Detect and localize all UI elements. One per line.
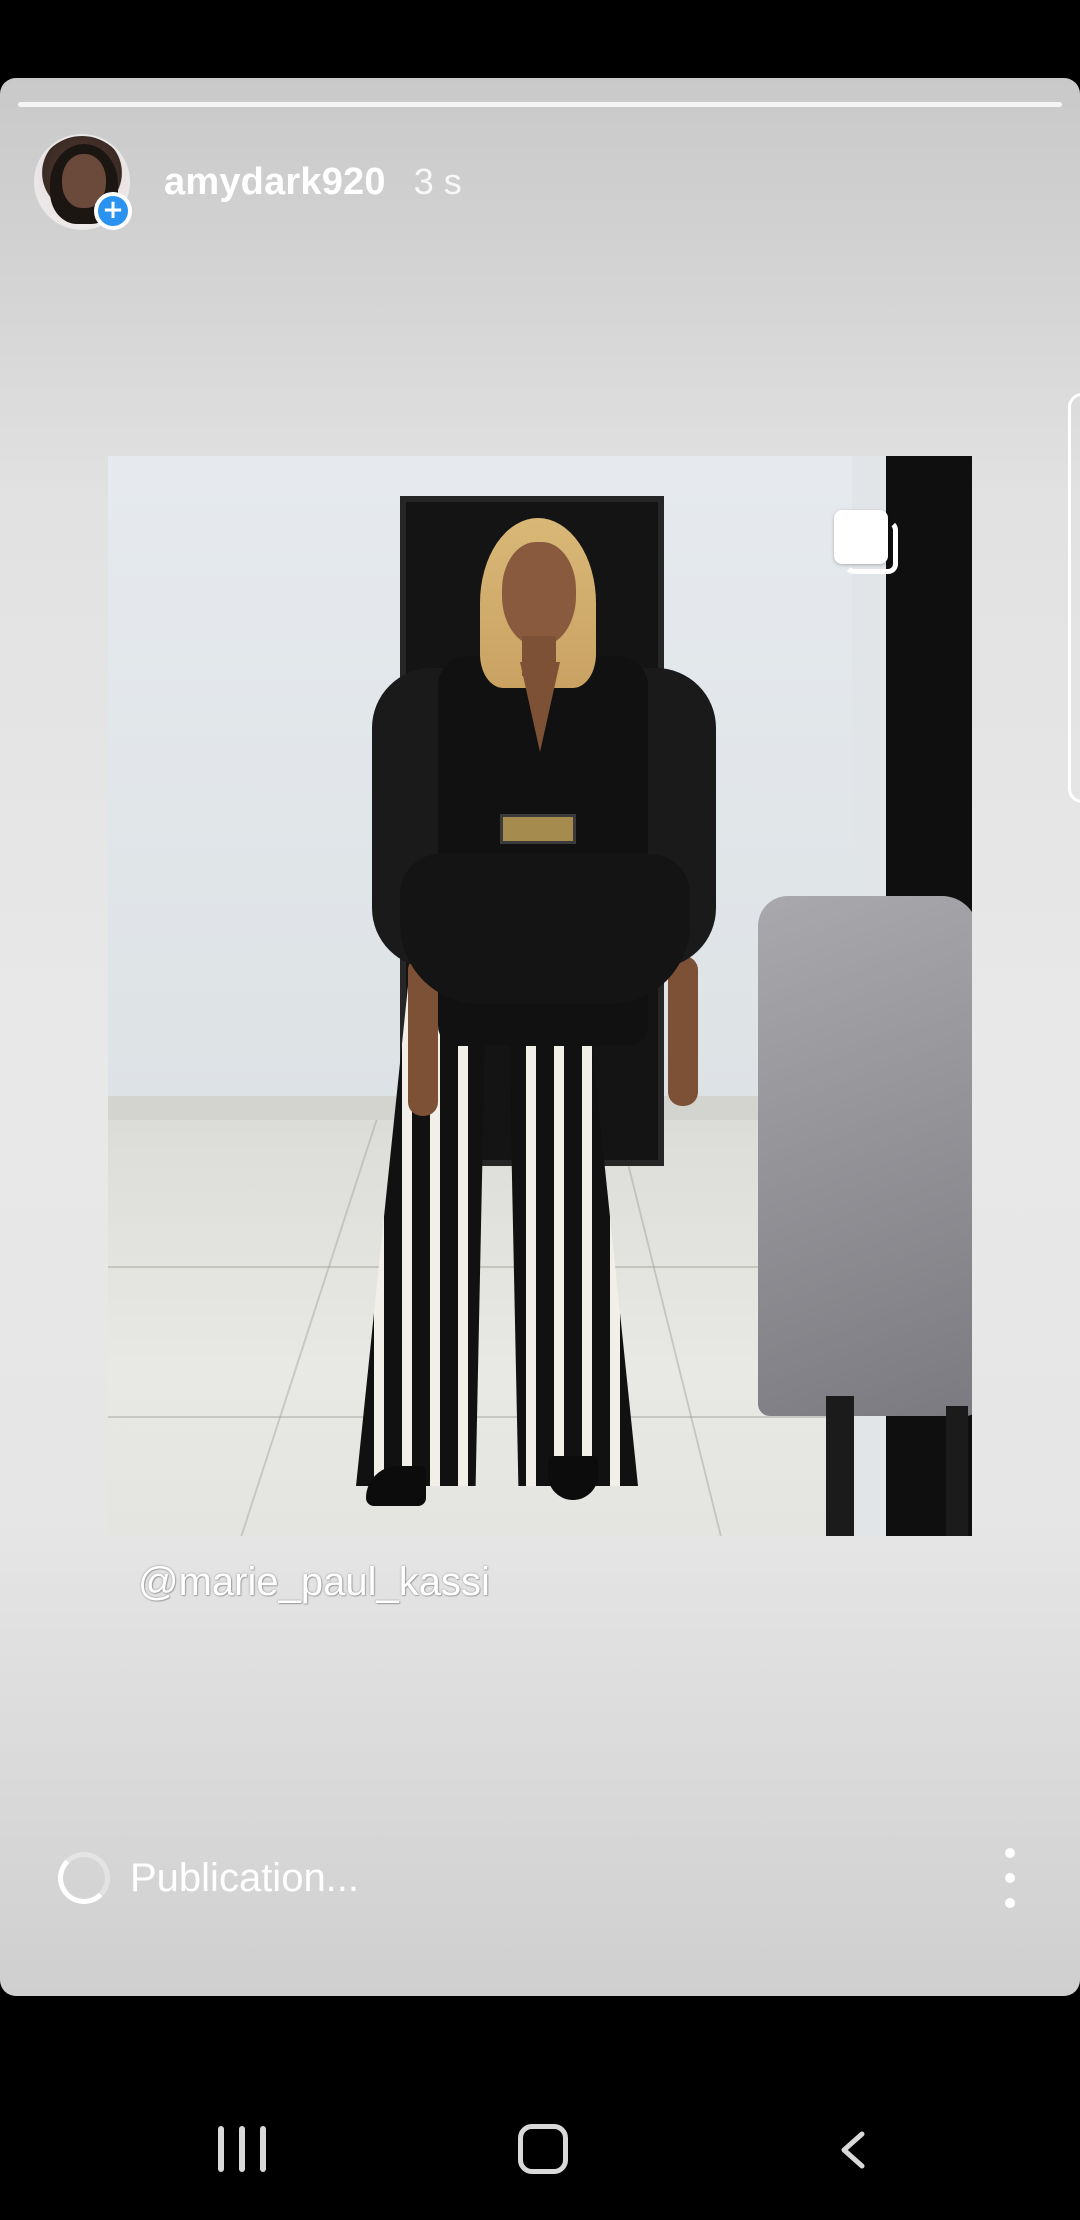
story-header: + amydark920 3 s: [34, 134, 462, 230]
more-dot: [1005, 1848, 1015, 1858]
shared-post-image[interactable]: [108, 456, 972, 1536]
back-icon-glyph: [841, 2131, 865, 2169]
more-vertical-icon[interactable]: [998, 1848, 1022, 1908]
photo-arm-right: [668, 956, 698, 1106]
more-dot: [1005, 1898, 1015, 1908]
publishing-status-text: Publication...: [130, 1855, 360, 1900]
story-viewer[interactable]: + amydark920 3 s @marie_paul_kassi Publi…: [0, 78, 1080, 1996]
screen: + amydark920 3 s @marie_paul_kassi Publi…: [0, 0, 1080, 2220]
photo-chair: [758, 896, 972, 1416]
multiple-posts-icon: [834, 510, 898, 574]
photo-neckline: [520, 662, 560, 752]
photo-belt: [500, 814, 576, 844]
avatar[interactable]: +: [34, 134, 132, 230]
loading-spinner-icon: [58, 1852, 110, 1904]
add-icon[interactable]: +: [94, 192, 132, 230]
side-panel-handle[interactable]: [1068, 393, 1080, 803]
photo-peplum: [400, 854, 690, 1004]
recent-apps-bar: [218, 2126, 224, 2172]
story-progress-bar: [18, 102, 1062, 107]
publishing-status: Publication...: [58, 1846, 359, 1910]
username[interactable]: amydark920: [164, 161, 386, 204]
photo-chair-leg: [946, 1406, 968, 1536]
home-icon[interactable]: [518, 2124, 568, 2174]
system-navigation-bar: [0, 2060, 1080, 2220]
back-icon[interactable]: [834, 2130, 874, 2170]
story-progress-fill: [18, 102, 1062, 107]
timestamp: 3 s: [413, 161, 462, 202]
recent-apps-bar: [239, 2126, 245, 2172]
mention-sticker[interactable]: @marie_paul_kassi: [138, 1560, 490, 1605]
multiple-posts-icon-front: [834, 510, 888, 564]
photo-chair-leg: [826, 1396, 854, 1536]
recent-apps-icon[interactable]: [218, 2126, 266, 2172]
photo-face: [502, 542, 576, 646]
more-dot: [1005, 1873, 1015, 1883]
recent-apps-bar: [260, 2126, 266, 2172]
